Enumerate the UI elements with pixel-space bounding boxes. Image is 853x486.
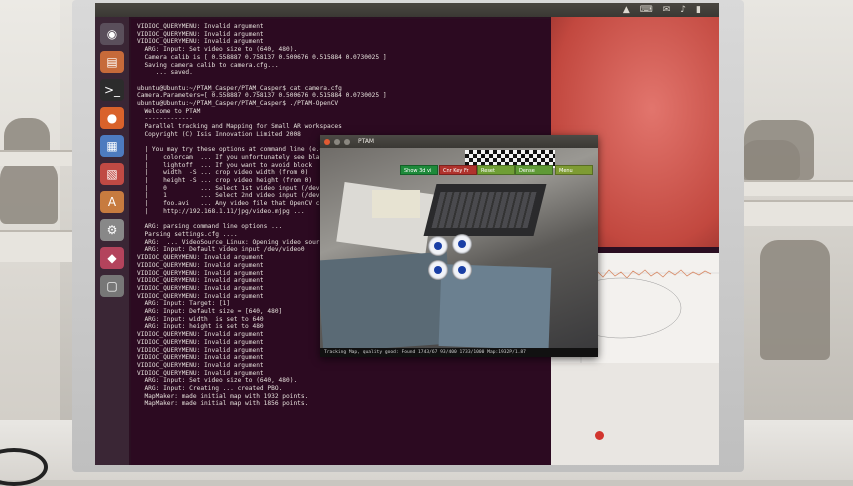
ptam-status-bar: Tracking Map, quality good: Found 1743/6…: [320, 348, 598, 357]
ptam-btn-5[interactable]: Menu: [555, 165, 593, 175]
ar-eyeball-icon: [428, 260, 448, 280]
terminal-line: VIDIOC_QUERYMENU: Invalid argument: [137, 30, 264, 38]
ptam-camera-view[interactable]: Show 3d vi Cnr Key Fr Reset Dense Menu: [320, 148, 598, 348]
chair: [760, 240, 830, 360]
trash-icon[interactable]: ▢: [100, 275, 124, 297]
terminal-icon[interactable]: >_: [100, 79, 124, 101]
files-icon[interactable]: ▤: [100, 51, 124, 73]
ptam-titlebar[interactable]: PTAM: [320, 135, 598, 148]
terminal-line: -------------: [137, 115, 193, 123]
terminal-line: ARG: Input: Set video size to (640, 480)…: [137, 377, 298, 385]
terminal-line: Welcome to PTAM: [137, 107, 201, 115]
ptam-window[interactable]: PTAM Show 3d vi Cnr Key Fr Reset Dense Menu …: [320, 135, 598, 357]
battery-icon[interactable]: ▮: [696, 5, 701, 15]
pupil: [458, 240, 466, 248]
maximize-icon[interactable]: [344, 138, 350, 145]
terminal-line: VIDIOC_QUERYMENU: Invalid argument: [137, 23, 264, 30]
terminal-line: ARG: Input: Creating ... created PBO.: [137, 385, 283, 393]
record-icon[interactable]: [595, 431, 604, 440]
desk: [0, 150, 72, 166]
dash-icon[interactable]: ◉: [100, 23, 124, 45]
terminal-line: MapMaker: made initial map with 1856 poi…: [137, 400, 309, 408]
terminal-line: Camera.Parameters=[ 0.558887 0.758137 0.…: [137, 92, 387, 100]
pupil: [434, 242, 442, 250]
impress-icon[interactable]: ▧: [100, 163, 124, 185]
office-icon[interactable]: ▦: [100, 135, 124, 157]
terminal-line: ... saved.: [137, 69, 193, 77]
terminal-line: MapMaker: made initial map with 1932 poi…: [137, 392, 309, 400]
app-icon[interactable]: ◆: [100, 247, 124, 269]
ar-eyeball-icon: [452, 234, 472, 254]
top-panel: ▲ ⌨ ✉ ♪ ▮: [95, 3, 719, 17]
pupil: [434, 266, 442, 274]
ptam-btn-4[interactable]: Dense: [515, 165, 553, 175]
settings-icon[interactable]: ⚙: [100, 219, 124, 241]
terminal-line: ubuntu@Ubuntu:~/PTAM_Casper/PTAM_Casper$…: [137, 84, 342, 92]
info-window: [551, 363, 719, 465]
ptam-title: PTAM: [358, 138, 375, 145]
volume-icon[interactable]: ♪: [680, 5, 686, 15]
terminal-line: VIDIOC_QUERYMENU: Invalid argument: [137, 369, 264, 377]
chair: [740, 140, 800, 180]
ptam-btn-1[interactable]: Show 3d vi: [400, 165, 438, 175]
ar-eyeball-icon: [428, 236, 448, 256]
terminal-line: Parallel tracking and Mapping for Small …: [137, 123, 342, 131]
terminal-line: Camera calib is [ 0.558887 0.758137 0.50…: [137, 53, 387, 61]
mail-icon[interactable]: ✉: [663, 5, 671, 15]
terminal-line: VIDIOC_QUERYMENU: Invalid argument: [137, 38, 264, 46]
terminal-line: Saving camera calib to camera.cfg...: [137, 61, 279, 69]
launcher: ◉ ▤ >_ ● ▦ ▧ A ⚙ ◆ ▢: [95, 17, 129, 465]
pupil: [458, 266, 466, 274]
desk: [744, 200, 853, 226]
close-icon[interactable]: [324, 138, 330, 145]
laptop: [423, 184, 547, 236]
wifi-icon[interactable]: ▲: [623, 5, 630, 15]
terminal-line: ARG: Input: Set video size to (640, 480)…: [137, 46, 298, 54]
ar-eyeball-icon: [452, 260, 472, 280]
keyboard-icon[interactable]: ⌨: [640, 5, 653, 15]
chair: [0, 160, 58, 224]
firefox-icon[interactable]: ●: [100, 107, 124, 129]
terminal-line: VIDIOC_QUERYMENU: Invalid argument: [137, 361, 264, 369]
box: [372, 190, 420, 218]
terminal-line: ubuntu@Ubuntu:~/PTAM_Casper/PTAM_Casper$…: [137, 100, 339, 108]
desk: [744, 180, 853, 196]
monitor-screen: ▲ ⌨ ✉ ♪ ▮ ◉ ▤ >_ ● ▦ ▧ A ⚙ ◆ ▢ VIDIOC_QUERYMENU: Inva…: [95, 3, 719, 465]
laptop-keyboard: [431, 192, 537, 228]
desk: [0, 230, 72, 262]
minimize-icon[interactable]: [334, 138, 340, 145]
ptam-btn-3[interactable]: Reset: [477, 165, 515, 175]
software-icon[interactable]: A: [100, 191, 124, 213]
ptam-btn-2[interactable]: Cnr Key Fr: [439, 165, 477, 175]
